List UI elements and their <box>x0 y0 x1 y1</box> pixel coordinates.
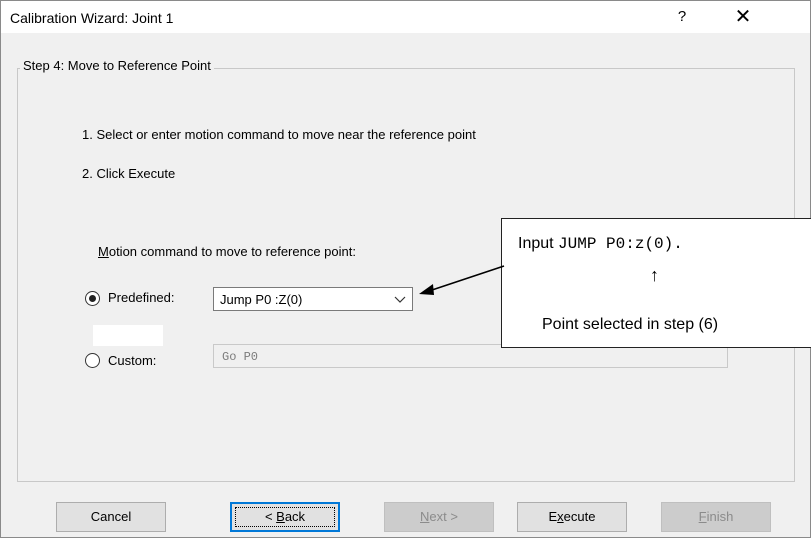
predefined-command-value: Jump P0 :Z(0) <box>220 292 303 307</box>
redaction-patch <box>93 325 163 346</box>
up-arrow-icon: ↑ <box>650 265 659 285</box>
next-rest: ext > <box>429 509 458 524</box>
finish-mnemonic: F <box>698 509 707 524</box>
finish-button[interactable]: Finish <box>661 502 771 532</box>
predefined-radio[interactable] <box>85 291 100 306</box>
title-bar: Calibration Wizard: Joint 1 ? ✕ <box>1 1 810 33</box>
execute-prefix: E <box>548 509 558 524</box>
cancel-button[interactable]: Cancel <box>56 502 166 532</box>
callout-prefix: Input <box>518 235 559 252</box>
step-legend: Step 4: Move to Reference Point <box>20 58 214 73</box>
focus-rect <box>235 507 335 527</box>
back-button[interactable]: < Back <box>230 502 340 532</box>
motion-command-label: Motion command to move to reference poin… <box>98 244 356 259</box>
custom-radio[interactable] <box>85 353 100 368</box>
predefined-command-select[interactable]: Jump P0 :Z(0) <box>213 287 413 311</box>
custom-label[interactable]: Custom: <box>108 353 156 368</box>
instruction-1: 1. Select or enter motion command to mov… <box>82 127 476 142</box>
close-button[interactable]: ✕ <box>719 1 767 33</box>
window-title: Calibration Wizard: Joint 1 <box>10 10 174 26</box>
finish-rest: inish <box>706 509 734 524</box>
next-mnemonic: N <box>420 509 430 524</box>
motion-label-mnemonic: M <box>98 244 109 259</box>
execute-button[interactable]: Execute <box>517 502 627 532</box>
calibration-wizard-dialog: Calibration Wizard: Joint 1 ? ✕ Step 4: … <box>0 0 811 538</box>
next-button[interactable]: Next > <box>384 502 494 532</box>
chevron-down-icon <box>394 290 406 311</box>
instruction-2: 2. Click Execute <box>82 166 176 181</box>
callout-note: Point selected in step (6) <box>542 316 719 333</box>
help-button[interactable]: ? <box>665 1 699 33</box>
motion-label-text: otion command to move to reference point… <box>108 244 356 259</box>
callout-instruction: Input JUMP P0:z(0). <box>518 235 683 253</box>
callout-code: JUMP P0:z(0). <box>558 235 683 253</box>
annotation-callout: Input JUMP P0:z(0). ↑ Point selected in … <box>501 218 811 348</box>
custom-command-value: Go P0 <box>222 350 259 364</box>
execute-rest: ecute <box>563 509 596 524</box>
predefined-label[interactable]: Predefined: <box>108 290 175 305</box>
